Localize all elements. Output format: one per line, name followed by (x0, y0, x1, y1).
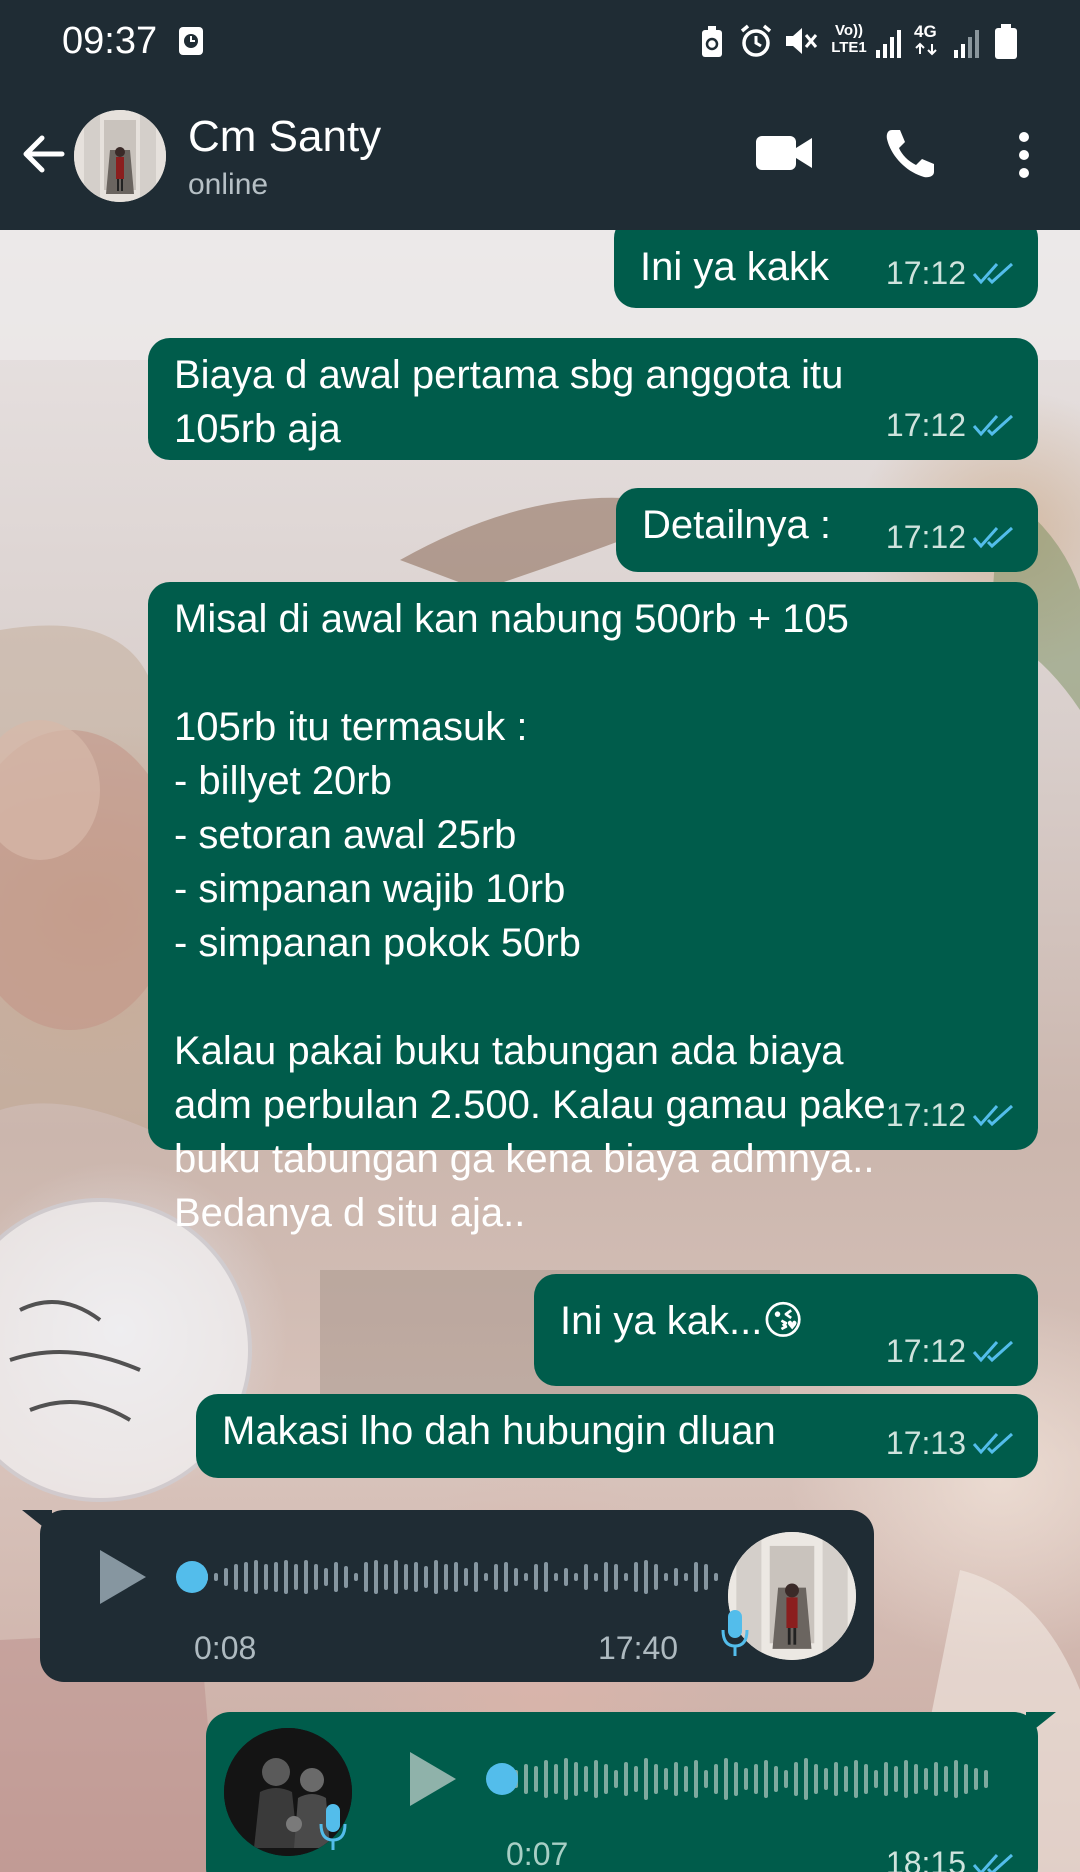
read-ticks-icon (972, 1340, 1014, 1363)
voice-duration: 0:08 (194, 1630, 257, 1666)
message-bubble-outgoing[interactable]: Makasi lho dah hubungin dluan 17:13 (196, 1394, 1038, 1478)
message-bubble-outgoing[interactable]: Detailnya : 17:12 (616, 488, 1038, 572)
phone-icon[interactable] (884, 126, 938, 180)
contact-status: online (188, 168, 269, 201)
message-bubble-outgoing[interactable]: Ini ya kak...😘 17:12 (534, 1274, 1038, 1386)
read-ticks-icon (972, 1853, 1014, 1872)
network-label: 4G (914, 22, 937, 41)
data-arrows-icon (915, 42, 937, 56)
status-bar: 09:37 Vo)) LTE1 4G (0, 0, 1080, 86)
message-text: Ini ya kak...😘 (560, 1299, 805, 1343)
message-time: 17:12 (885, 1097, 966, 1133)
message-text: Makasi lho dah hubungin dluan (222, 1409, 776, 1453)
mute-icon (786, 28, 818, 54)
message-meta: 17:12 (886, 1324, 1016, 1378)
message-time: 17:12 (885, 1333, 966, 1369)
message-meta: 18:15 (886, 1845, 1016, 1872)
read-ticks-icon (972, 1104, 1014, 1127)
video-call-icon[interactable] (756, 132, 814, 174)
message-time: 17:40 (598, 1630, 679, 1666)
message-time: 17:12 (885, 407, 966, 443)
back-arrow-icon[interactable] (18, 126, 68, 182)
message-time: 17:12 (885, 519, 966, 555)
waveform[interactable] (486, 1754, 1016, 1804)
message-time: 17:13 (885, 1425, 966, 1461)
message-meta: 17:12 (886, 510, 1016, 564)
message-meta: 17:12 (886, 246, 1016, 300)
chat-header: Cm Santy online (0, 86, 1080, 230)
message-time: 17:12 (885, 255, 966, 291)
signal-icon (954, 30, 979, 58)
message-bubble-outgoing[interactable]: Misal di awal kan nabung 500rb + 105 105… (148, 582, 1038, 1235)
message-text: Biaya d awal pertama sbg anggota itu 105… (174, 353, 844, 451)
play-icon[interactable] (96, 1548, 148, 1606)
voice-duration: 0:07 (506, 1836, 569, 1872)
message-bubble-outgoing[interactable]: Ini ya kakk 17:12 (614, 230, 1038, 308)
mic-icon (721, 1610, 749, 1656)
voice-message-outgoing[interactable]: 0:07 18:15 (206, 1712, 1056, 1872)
volte-label: Vo)) LTE1 (831, 22, 867, 56)
read-ticks-icon (972, 1432, 1014, 1455)
message-meta: 17:12 (886, 398, 1016, 452)
message-meta: 17:13 (886, 1416, 1016, 1470)
waveform[interactable] (176, 1554, 726, 1600)
voice-message-incoming[interactable]: 0:08 17:40 (22, 1510, 874, 1682)
avatar-photo (74, 110, 166, 202)
mic-icon (319, 1804, 347, 1850)
message-text: Detailnya : (642, 503, 831, 547)
message-bubble-outgoing[interactable]: Biaya d awal pertama sbg anggota itu 105… (148, 338, 1038, 460)
read-ticks-icon (972, 526, 1014, 549)
bubble-tail (22, 1510, 52, 1534)
battery-saver-icon (702, 26, 722, 57)
avatar[interactable] (74, 110, 166, 202)
more-vert-icon[interactable] (1010, 130, 1038, 180)
alarm-icon (740, 24, 772, 57)
clock-icon (179, 27, 203, 55)
read-ticks-icon (972, 414, 1014, 437)
status-time: 09:37 (62, 20, 158, 62)
battery-icon (995, 24, 1017, 59)
message-time: 18:15 (885, 1845, 966, 1872)
bubble-tail (1026, 1712, 1056, 1736)
message-meta: 17:12 (886, 1088, 1016, 1142)
contact-name[interactable]: Cm Santy (188, 112, 381, 162)
message-text: Ini ya kakk (640, 245, 829, 289)
signal-icon (876, 30, 901, 58)
play-icon[interactable] (406, 1750, 458, 1808)
read-ticks-icon (972, 262, 1014, 285)
message-text: Misal di awal kan nabung 500rb + 105 105… (174, 597, 886, 1235)
chat-area[interactable]: Ini ya kakk 17:12 Biaya d awal pertama s… (0, 230, 1080, 1872)
